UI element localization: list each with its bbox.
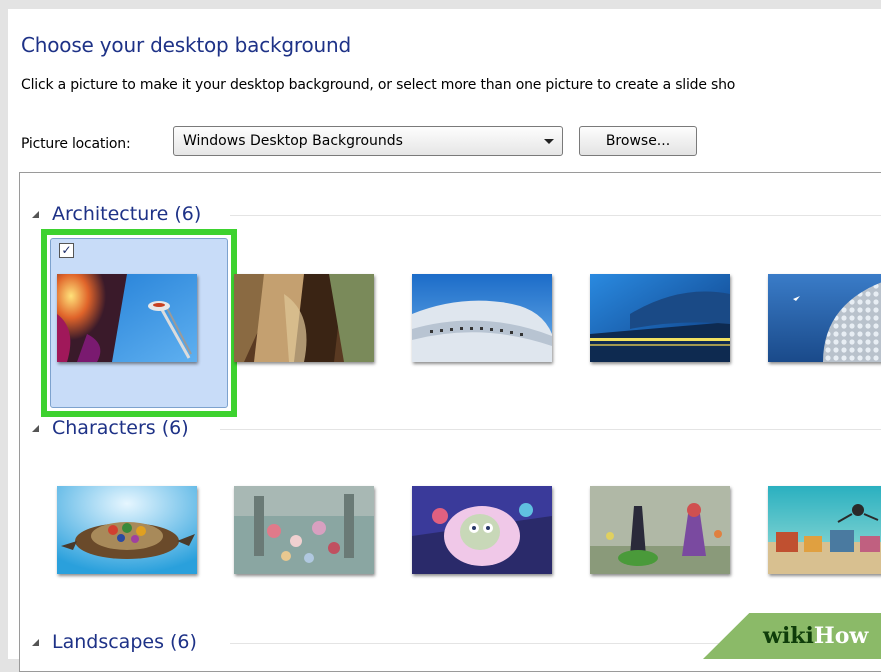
watermark-part2: How (813, 623, 869, 649)
chevron-down-icon (544, 139, 554, 144)
thumbnail-architecture-1[interactable] (57, 274, 197, 362)
characters-2-image (234, 486, 374, 574)
browse-button[interactable]: Browse... (579, 126, 697, 156)
characters-5-image (768, 486, 881, 574)
thumbnail-characters-1[interactable] (57, 486, 197, 574)
page-title: Choose your desktop background (21, 33, 351, 57)
group-divider (220, 429, 881, 430)
group-header-architecture[interactable]: Architecture (6) (20, 203, 881, 227)
picture-location-value: Windows Desktop Backgrounds (183, 133, 403, 149)
group-label-landscapes: Landscapes (6) (52, 631, 197, 653)
collapse-triangle-icon[interactable] (32, 425, 39, 432)
thumbnail-characters-3[interactable] (412, 486, 552, 574)
instructions-text: Click a picture to make it your desktop … (21, 77, 736, 93)
picture-location-dropdown[interactable]: Windows Desktop Backgrounds (173, 126, 563, 156)
collapse-triangle-icon[interactable] (32, 639, 39, 646)
architecture-5-image (768, 274, 881, 362)
desktop-background-window: Choose your desktop background Click a p… (8, 9, 881, 672)
architecture-4-image (590, 274, 730, 362)
group-divider (230, 215, 881, 216)
characters-1-image (57, 486, 197, 574)
group-label-characters: Characters (6) (52, 417, 189, 439)
picture-checkbox[interactable]: ✓ (59, 243, 74, 258)
thumbnail-architecture-5[interactable] (768, 274, 881, 362)
thumbnail-architecture-4[interactable] (590, 274, 730, 362)
thumbnail-architecture-3[interactable] (412, 274, 552, 362)
group-label-architecture: Architecture (6) (52, 203, 202, 225)
thumbnail-characters-2[interactable] (234, 486, 374, 574)
architecture-3-image (412, 274, 552, 362)
picture-gallery[interactable]: Architecture (6) ✓ Characters (6) Landsc… (19, 172, 881, 672)
picture-location-label: Picture location: (21, 136, 131, 152)
thumbnail-characters-4[interactable] (590, 486, 730, 574)
thumbnail-architecture-2[interactable] (234, 274, 374, 362)
architecture-1-image (57, 274, 197, 362)
group-header-characters[interactable]: Characters (6) (20, 417, 881, 441)
thumbnail-characters-5[interactable] (768, 486, 881, 574)
characters-4-image (590, 486, 730, 574)
architecture-2-image (234, 274, 374, 362)
watermark-part1: wiki (763, 623, 814, 649)
collapse-triangle-icon[interactable] (32, 211, 39, 218)
characters-3-image (412, 486, 552, 574)
